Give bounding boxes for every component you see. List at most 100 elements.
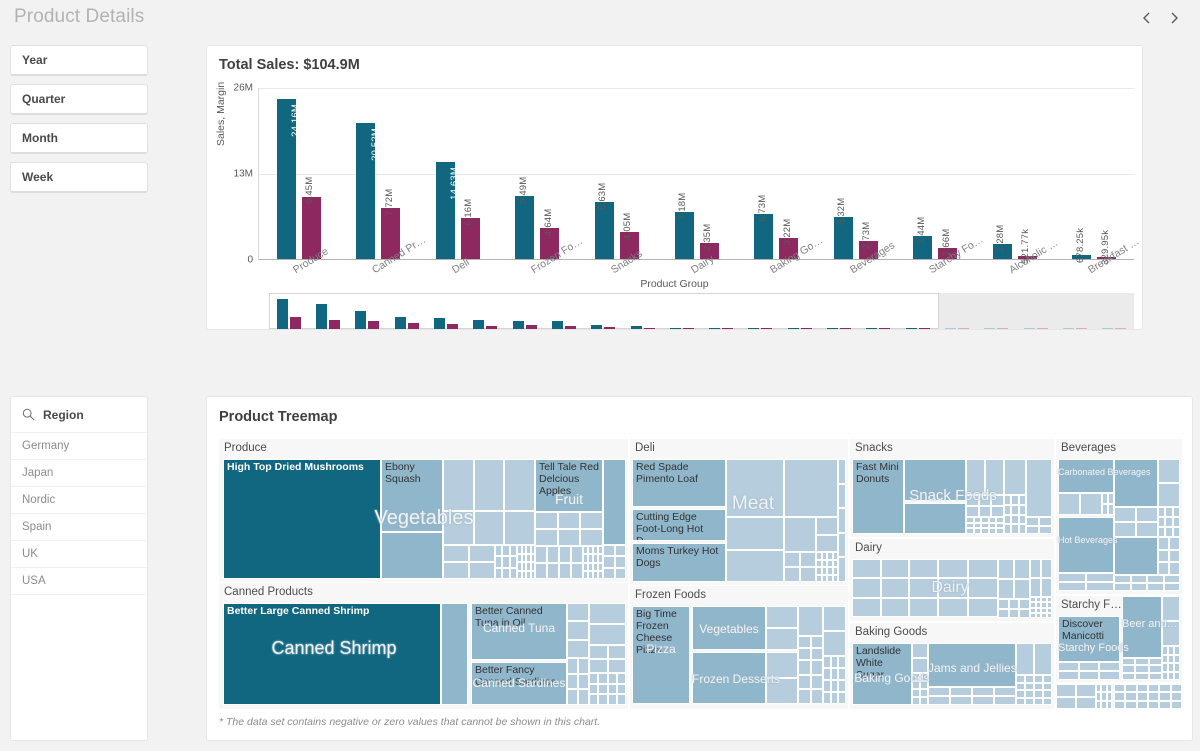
treemap-leaf[interactable] bbox=[904, 503, 966, 534]
treemap-group[interactable]: Canned Products Better Large Canned Shrim… bbox=[219, 583, 628, 709]
treemap-leaf[interactable] bbox=[912, 658, 928, 673]
treemap-leaf[interactable] bbox=[830, 668, 839, 680]
treemap-leaf[interactable] bbox=[966, 459, 985, 495]
treemap-leaf[interactable] bbox=[1114, 537, 1158, 575]
treemap-leaf[interactable] bbox=[1043, 675, 1052, 683]
treemap-leaf[interactable] bbox=[1114, 507, 1136, 522]
treemap-leaf[interactable] bbox=[1011, 514, 1019, 525]
treemap-leaf[interactable] bbox=[1158, 459, 1180, 483]
treemap-leaf[interactable] bbox=[838, 508, 846, 533]
treemap-leaf[interactable] bbox=[1076, 696, 1096, 709]
treemap-leaf[interactable] bbox=[1169, 562, 1180, 575]
treemap-leaf[interactable] bbox=[838, 557, 846, 582]
treemap-leaf[interactable] bbox=[1034, 643, 1052, 675]
treemap-leaf[interactable] bbox=[810, 689, 823, 704]
treemap-leaf[interactable] bbox=[798, 689, 811, 704]
treemap-leaf[interactable] bbox=[1147, 575, 1164, 583]
treemap-leaf[interactable] bbox=[830, 680, 839, 692]
treemap-leaf[interactable] bbox=[998, 579, 1014, 599]
treemap-leaf[interactable] bbox=[972, 687, 994, 696]
treemap-leaf[interactable]: Better Fancy Canned Sardines bbox=[471, 662, 567, 705]
treemap-leaf[interactable] bbox=[1086, 573, 1114, 582]
treemap-group[interactable]: Beverages Carbonated Beverages Hot Beverag… bbox=[1056, 439, 1182, 594]
treemap-leaf[interactable] bbox=[1114, 459, 1158, 507]
region-list-item[interactable]: UK bbox=[11, 541, 147, 568]
treemap-leaf[interactable] bbox=[1106, 692, 1112, 701]
treemap-leaf[interactable] bbox=[830, 656, 839, 668]
treemap-leaf[interactable] bbox=[1165, 527, 1173, 537]
treemap-leaf[interactable] bbox=[1025, 697, 1034, 705]
treemap-leaf[interactable] bbox=[968, 578, 998, 598]
treemap-leaf[interactable] bbox=[571, 562, 583, 579]
treemap-leaf[interactable] bbox=[1099, 671, 1120, 680]
treemap-group[interactable]: Starchy F… Discover Manicotti Starchy Food… bbox=[1056, 596, 1182, 682]
prev-sheet-icon[interactable] bbox=[1134, 6, 1158, 30]
treemap-leaf[interactable] bbox=[502, 545, 510, 557]
treemap-leaf[interactable] bbox=[607, 645, 626, 659]
treemap-leaf[interactable] bbox=[823, 692, 831, 704]
treemap-leaf[interactable] bbox=[1025, 690, 1034, 698]
treemap-leaf[interactable] bbox=[1014, 559, 1030, 579]
treemap-leaf[interactable] bbox=[495, 545, 503, 557]
treemap-leaf[interactable] bbox=[578, 689, 589, 705]
treemap-leaf[interactable] bbox=[1136, 522, 1158, 537]
treemap-leaf[interactable] bbox=[1016, 675, 1025, 683]
treemap-leaf[interactable] bbox=[852, 559, 881, 579]
treemap-leaf[interactable] bbox=[495, 567, 503, 579]
treemap-leaf[interactable] bbox=[1172, 507, 1180, 517]
treemap-group[interactable]: Snacks Fast Mini Donuts Snack Foods bbox=[850, 439, 1054, 537]
treemap-leaf[interactable] bbox=[966, 495, 979, 506]
treemap-leaf[interactable] bbox=[838, 692, 846, 704]
treemap-leaf[interactable] bbox=[509, 545, 517, 557]
treemap-leaf[interactable] bbox=[1170, 700, 1182, 709]
treemap-leaf[interactable] bbox=[1125, 692, 1137, 701]
treemap-leaf[interactable] bbox=[950, 696, 972, 705]
treemap-leaf[interactable] bbox=[978, 495, 992, 506]
treemap-leaf[interactable] bbox=[968, 559, 998, 579]
treemap-leaf[interactable]: Landslide White Sugar bbox=[852, 643, 912, 705]
treemap-leaf[interactable] bbox=[1019, 599, 1030, 609]
filter-button-week[interactable]: Week bbox=[10, 162, 148, 193]
treemap-leaf[interactable] bbox=[607, 673, 617, 684]
treemap-leaf[interactable] bbox=[1008, 608, 1020, 618]
treemap-leaf[interactable] bbox=[1004, 504, 1012, 515]
bar-sales[interactable] bbox=[594, 201, 614, 259]
treemap-leaf[interactable] bbox=[912, 681, 920, 689]
treemap-leaf[interactable] bbox=[912, 689, 920, 697]
treemap-leaf[interactable] bbox=[1158, 562, 1169, 575]
treemap-leaf[interactable] bbox=[904, 459, 966, 501]
treemap-leaf[interactable] bbox=[504, 459, 535, 511]
treemap-leaf[interactable] bbox=[557, 529, 581, 546]
treemap-leaf[interactable] bbox=[1058, 493, 1080, 515]
x-axis-tick[interactable]: Alcoholic … bbox=[1007, 237, 1060, 277]
treemap-leaf[interactable] bbox=[994, 696, 1016, 705]
treemap-leaf[interactable] bbox=[810, 674, 823, 690]
treemap-leaf[interactable] bbox=[1004, 459, 1026, 495]
treemap-leaf[interactable] bbox=[1008, 599, 1020, 609]
treemap-leaf[interactable] bbox=[1026, 525, 1039, 534]
next-sheet-icon[interactable] bbox=[1162, 6, 1186, 30]
treemap-leaf[interactable] bbox=[1147, 583, 1164, 591]
treemap-leaf[interactable] bbox=[1162, 621, 1180, 646]
treemap-leaf[interactable] bbox=[798, 636, 811, 648]
treemap-leaf[interactable] bbox=[603, 459, 626, 545]
bar-sales[interactable] bbox=[515, 196, 535, 259]
treemap-leaf[interactable] bbox=[535, 562, 547, 579]
treemap-leaf[interactable] bbox=[1058, 671, 1079, 680]
treemap-leaf[interactable] bbox=[1130, 583, 1147, 591]
treemap-leaf[interactable] bbox=[1041, 578, 1052, 597]
treemap-leaf[interactable] bbox=[1034, 690, 1043, 698]
treemap-leaf[interactable] bbox=[928, 643, 1016, 687]
treemap-leaf[interactable] bbox=[985, 459, 1004, 495]
treemap-leaf[interactable] bbox=[1011, 504, 1019, 515]
treemap-leaf[interactable] bbox=[1018, 495, 1026, 505]
treemap-leaf[interactable] bbox=[1122, 596, 1162, 658]
treemap-leaf[interactable] bbox=[381, 532, 443, 579]
treemap-leaf[interactable] bbox=[1004, 514, 1012, 525]
treemap-leaf[interactable] bbox=[547, 546, 559, 563]
treemap-leaf[interactable] bbox=[991, 495, 1004, 506]
treemap-leaf[interactable] bbox=[798, 606, 823, 636]
treemap-leaf[interactable] bbox=[1174, 654, 1180, 663]
treemap-leaf[interactable] bbox=[1114, 583, 1131, 591]
treemap-leaf[interactable] bbox=[614, 567, 626, 579]
